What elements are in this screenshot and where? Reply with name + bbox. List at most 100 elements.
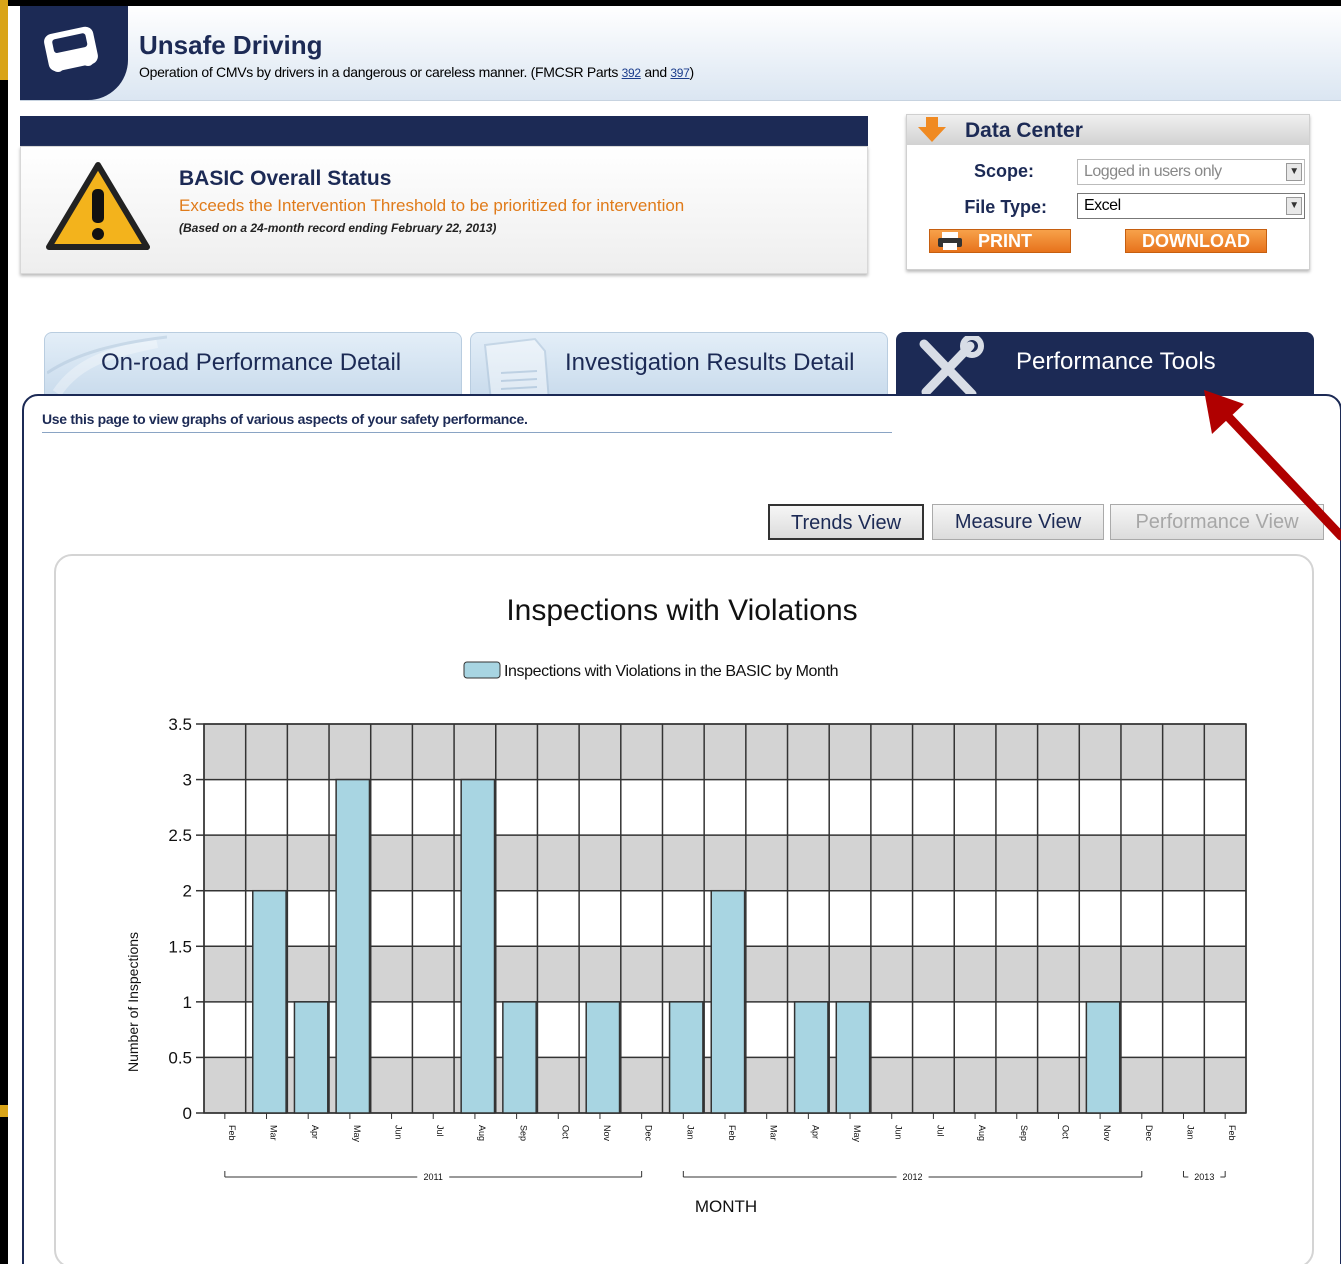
measure-view-button[interactable]: Measure View bbox=[932, 504, 1104, 540]
x-tick-label: Feb bbox=[227, 1125, 237, 1141]
x-tick-label: Sep bbox=[1019, 1125, 1029, 1141]
tools-icon bbox=[919, 336, 984, 399]
tab-investigation-results[interactable]: Investigation Results Detail bbox=[470, 332, 888, 401]
fmcsr-392-link[interactable]: 392 bbox=[622, 66, 641, 80]
performance-view-button: Performance View bbox=[1110, 504, 1324, 540]
x-tick-label: Oct bbox=[560, 1125, 570, 1140]
bar bbox=[293, 1001, 329, 1114]
x-tick-label: Nov bbox=[602, 1125, 612, 1142]
data-center-panel: Data Center Scope: Logged in users only … bbox=[906, 114, 1310, 270]
bar bbox=[1085, 1001, 1121, 1114]
status-text: Exceeds the Intervention Threshold to be… bbox=[179, 196, 685, 215]
bar bbox=[668, 1001, 704, 1114]
trends-view-button[interactable]: Trends View bbox=[768, 504, 924, 540]
tab-performance-tools[interactable]: Performance Tools bbox=[896, 332, 1314, 399]
left-edge-accent bbox=[0, 1105, 8, 1117]
y-axis-ticks: 0 0.5 1 1.5 2 2.5 3 3.5 bbox=[168, 715, 204, 1123]
x-tick-label: Aug bbox=[477, 1125, 487, 1141]
y-axis-label: Number of Inspections bbox=[125, 932, 141, 1072]
x-axis-ticks: Feb Mar Apr May Jun Jul Aug Sep Oct Nov Dec Jan Feb M… bbox=[224, 1113, 1237, 1143]
y-tick-label: 0.5 bbox=[168, 1048, 192, 1067]
x-tick-label: Apr bbox=[310, 1125, 320, 1139]
chart-card: Inspections with Violations Inspections … bbox=[54, 554, 1314, 1264]
file-type-label: File Type: bbox=[964, 197, 1047, 217]
intro-divider bbox=[42, 432, 892, 433]
x-tick-label: Jan bbox=[1185, 1125, 1195, 1140]
status-title: BASIC Overall Status bbox=[179, 167, 392, 190]
printer-icon bbox=[938, 232, 962, 250]
y-tick-label: 1.5 bbox=[168, 937, 192, 956]
x-tick-label: May bbox=[852, 1125, 862, 1143]
y-tick-label: 2.5 bbox=[168, 826, 192, 845]
subtitle-and: and bbox=[640, 64, 671, 80]
bar bbox=[335, 778, 371, 1114]
x-tick-label: Jun bbox=[894, 1125, 904, 1140]
y-tick-label: 2 bbox=[183, 882, 192, 901]
x-tick-label: Oct bbox=[1060, 1125, 1070, 1140]
chart-title: Inspections with Violations bbox=[506, 594, 857, 627]
fmcsr-397-link[interactable]: 397 bbox=[670, 66, 689, 80]
x-tick-label: Feb bbox=[1227, 1125, 1237, 1141]
bar bbox=[793, 1001, 829, 1114]
year-label: 2013 bbox=[1194, 1172, 1214, 1182]
chevron-down-icon: ▼ bbox=[1286, 163, 1302, 181]
chevron-down-icon: ▼ bbox=[1286, 197, 1302, 215]
x-tick-label: Nov bbox=[1102, 1125, 1112, 1142]
bar bbox=[585, 1001, 621, 1114]
bar bbox=[460, 778, 496, 1114]
intro-text: Use this page to view graphs of various … bbox=[42, 411, 528, 427]
download-button[interactable]: DOWNLOAD bbox=[1125, 229, 1267, 253]
year-groups: 2011 2012 2013 bbox=[224, 1171, 1226, 1182]
x-tick-label: Apr bbox=[810, 1125, 820, 1139]
data-center-title: Data Center bbox=[965, 119, 1083, 142]
x-tick-label: Mar bbox=[269, 1125, 279, 1141]
legend-swatch bbox=[463, 661, 501, 679]
page-subtitle: Operation of CMVs by drivers in a danger… bbox=[139, 64, 694, 80]
page-header: Unsafe Driving Operation of CMVs by driv… bbox=[20, 6, 1341, 101]
download-label: DOWNLOAD bbox=[1142, 231, 1250, 251]
x-tick-label: Jun bbox=[394, 1125, 404, 1140]
print-button[interactable]: PRINT bbox=[929, 229, 1071, 253]
scope-select: Logged in users only ▼ bbox=[1077, 159, 1305, 185]
status-header-bar bbox=[20, 116, 868, 146]
x-tick-label: Dec bbox=[644, 1125, 654, 1142]
y-tick-label: 0 bbox=[183, 1104, 192, 1123]
performance-tools-panel: Use this page to view graphs of various … bbox=[22, 394, 1341, 1264]
print-label: PRINT bbox=[978, 231, 1032, 251]
tab-label: On-road Performance Detail bbox=[101, 349, 402, 376]
file-type-value: Excel bbox=[1084, 197, 1121, 214]
x-tick-label: Aug bbox=[977, 1125, 987, 1141]
truck-icon bbox=[44, 26, 98, 72]
tab-label: Investigation Results Detail bbox=[565, 349, 855, 376]
bar bbox=[835, 1001, 871, 1114]
file-type-select[interactable]: Excel ▼ bbox=[1077, 193, 1305, 219]
scope-label: Scope: bbox=[973, 161, 1034, 181]
warning-icon bbox=[46, 162, 150, 250]
download-arrow-icon bbox=[918, 117, 946, 142]
x-tick-label: Sep bbox=[519, 1125, 529, 1141]
bar bbox=[502, 1001, 537, 1114]
tab-label: Performance Tools bbox=[1016, 348, 1216, 375]
legend-label: Inspections with Violations in the BASIC… bbox=[504, 663, 838, 680]
y-tick-label: 3.5 bbox=[168, 715, 192, 734]
tab-on-road-performance[interactable]: On-road Performance Detail bbox=[44, 332, 462, 398]
x-axis-label: MONTH bbox=[695, 1197, 757, 1216]
x-tick-label: Jan bbox=[685, 1125, 695, 1140]
year-label: 2012 bbox=[903, 1172, 923, 1182]
x-tick-label: Jul bbox=[935, 1125, 945, 1137]
basic-status-box: BASIC Overall Status Exceeds the Interve… bbox=[20, 146, 868, 274]
x-tick-label: May bbox=[352, 1125, 362, 1143]
x-tick-label: Mar bbox=[769, 1125, 779, 1141]
bar bbox=[252, 889, 287, 1114]
scope-value: Logged in users only bbox=[1084, 163, 1222, 180]
truck-badge bbox=[20, 6, 128, 100]
year-label: 2011 bbox=[424, 1172, 443, 1182]
x-tick-label: Jul bbox=[435, 1125, 445, 1137]
page-frame: Unsafe Driving Operation of CMVs by driv… bbox=[8, 6, 1341, 1264]
y-tick-label: 1 bbox=[183, 993, 192, 1012]
x-tick-label: Dec bbox=[1144, 1125, 1154, 1142]
left-edge-accent bbox=[0, 0, 8, 80]
subtitle-text: Operation of CMVs by drivers in a danger… bbox=[139, 64, 622, 80]
page-title: Unsafe Driving bbox=[139, 30, 323, 60]
chart-legend: Inspections with Violations in the BASIC… bbox=[463, 661, 838, 680]
